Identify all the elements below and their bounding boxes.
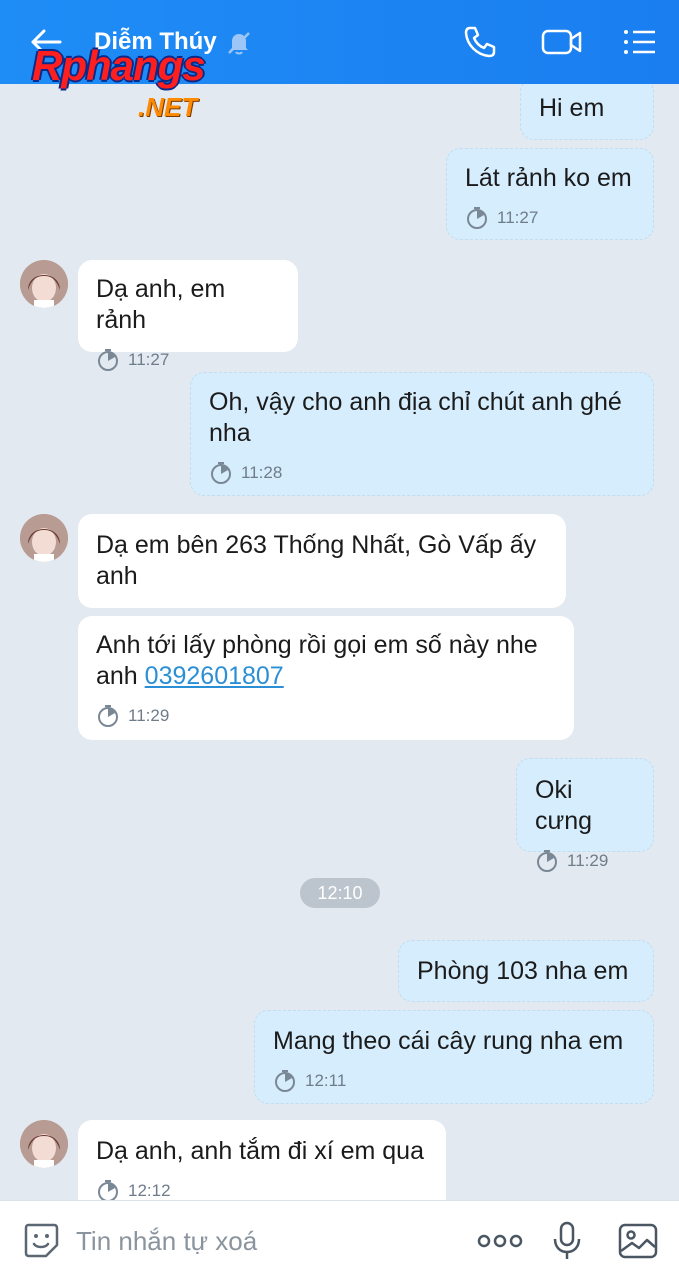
avatar[interactable] [20, 260, 68, 308]
clock-icon [98, 704, 118, 727]
message-text: Dạ anh, anh tắm đi xí em qua [96, 1137, 424, 1165]
contact-name[interactable]: Diễm Thúy [94, 28, 217, 56]
message-time: 12:11 [305, 1071, 347, 1090]
clock-icon [211, 461, 231, 484]
message-bubble-incoming[interactable]: Dạ anh, anh tắm đi xí em qua 12:12 [78, 1120, 446, 1200]
list-menu-icon[interactable] [622, 28, 658, 56]
avatar-image [20, 260, 68, 308]
message-bubble-incoming[interactable]: Dạ anh, em rảnh 11:27 [78, 260, 298, 371]
message-text: Mang theo cái cây rung nha em [273, 1027, 624, 1055]
more-dots-icon[interactable] [476, 1231, 524, 1251]
message-bubble-outgoing[interactable]: Oh, vậy cho anh địa chỉ chút anh ghé nha… [190, 372, 654, 496]
message-input[interactable] [76, 1219, 456, 1263]
clock-icon [537, 849, 557, 872]
phone-icon[interactable] [462, 24, 498, 60]
clock-icon [275, 1069, 295, 1092]
message-time: 12:12 [128, 1181, 171, 1200]
message-bubble-incoming[interactable]: Anh tới lấy phòng rồi gọi em số này nhe … [78, 616, 574, 740]
phone-link[interactable]: 0392601807 [145, 662, 284, 690]
message-text: Oki cưng [535, 776, 593, 835]
message-time: 11:27 [128, 350, 170, 369]
message-text: Phòng 103 nha em [417, 957, 629, 985]
message-time: 11:29 [567, 851, 609, 870]
chat-header: Diễm Thúy [0, 0, 679, 84]
message-bubble-outgoing[interactable]: Mang theo cái cây rung nha em 12:11 [254, 1010, 654, 1104]
message-text: Hi em [539, 94, 605, 122]
message-text: Oh, vậy cho anh địa chỉ chút anh ghé nha [209, 388, 622, 447]
clock-icon [467, 206, 487, 229]
image-gallery-icon[interactable] [618, 1223, 658, 1259]
emoji-sticker-icon[interactable] [22, 1221, 60, 1259]
clock-icon [98, 348, 118, 371]
bell-off-icon [228, 32, 250, 55]
avatar[interactable] [20, 514, 68, 562]
message-text: Dạ anh, em rảnh [96, 275, 226, 334]
message-time: 11:27 [497, 208, 539, 227]
message-bubble-outgoing[interactable]: Oki cưng 11:29 [516, 758, 654, 872]
message-input-bar [0, 1200, 679, 1280]
message-text: Lát rảnh ko em [465, 164, 632, 192]
avatar-image [20, 1120, 68, 1168]
clock-icon [98, 1179, 118, 1200]
message-list[interactable]: Hi em Lát rảnh ko em 11:27 Dạ anh, em rả… [0, 84, 679, 1200]
microphone-icon[interactable] [552, 1221, 582, 1261]
message-bubble-incoming[interactable]: Dạ em bên 263 Thống Nhất, Gò Vấp ấy anh [78, 514, 566, 608]
avatar-image [20, 514, 68, 562]
message-time: 11:29 [128, 706, 170, 725]
message-bubble-outgoing[interactable]: Lát rảnh ko em 11:27 [446, 148, 654, 240]
video-camera-icon[interactable] [540, 26, 584, 58]
arrow-left-icon[interactable] [28, 26, 64, 58]
message-time: 11:28 [241, 463, 283, 482]
message-bubble-outgoing[interactable]: Hi em [520, 84, 654, 140]
message-text: Anh tới lấy phòng rồi gọi em số này nhe … [96, 630, 556, 692]
message-text: Dạ em bên 263 Thống Nhất, Gò Vấp ấy anh [96, 531, 537, 590]
message-bubble-outgoing[interactable]: Phòng 103 nha em [398, 940, 654, 1002]
avatar[interactable] [20, 1120, 68, 1168]
time-separator: 12:10 [300, 878, 380, 908]
